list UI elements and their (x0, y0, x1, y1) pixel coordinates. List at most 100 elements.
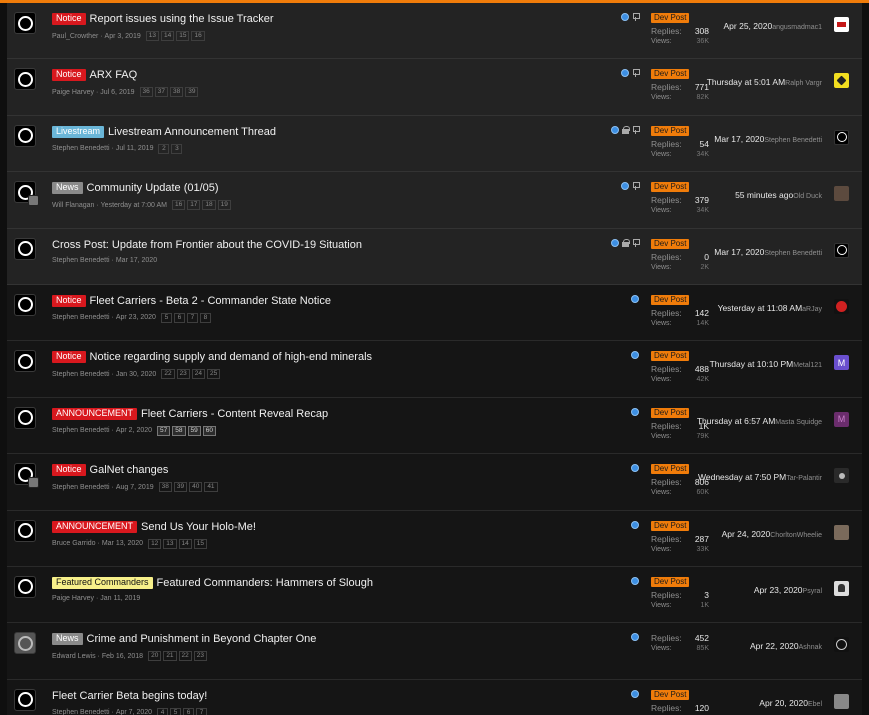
latest-post-date[interactable]: Apr 20, 2020 (759, 698, 808, 708)
page-link[interactable]: 18 (202, 200, 216, 211)
latest-user-avatar[interactable] (834, 186, 849, 202)
author-avatar[interactable] (14, 575, 36, 598)
latest-post-date[interactable]: Thursday at 5:01 AM (707, 77, 785, 87)
latest-post-user[interactable]: Tar-Palantir (786, 475, 822, 482)
thread-title-link[interactable]: Community Update (01/05) (87, 182, 219, 194)
thread-author-link[interactable]: Stephen Benedetti (52, 145, 110, 152)
latest-post-user[interactable]: Psyral (803, 588, 822, 595)
page-link[interactable]: 40 (189, 482, 203, 493)
dev-post-badge[interactable]: Dev Post (651, 294, 690, 305)
author-avatar[interactable] (14, 463, 39, 489)
page-link[interactable]: 7 (196, 707, 208, 715)
latest-user-avatar[interactable] (834, 524, 849, 540)
dev-post-badge[interactable]: Dev Post (651, 689, 690, 700)
thread-author-link[interactable]: Paul_Crowther (52, 33, 98, 40)
thread-author-link[interactable]: Bruce Garrido (52, 540, 96, 547)
latest-user-avatar[interactable] (834, 73, 849, 89)
latest-user-avatar[interactable] (834, 468, 849, 484)
page-link[interactable]: 23 (193, 651, 208, 662)
dev-post-badge[interactable]: Dev Post (651, 464, 690, 475)
latest-post-user[interactable]: Ralph Vargr (785, 80, 822, 87)
page-link[interactable]: 16 (171, 200, 186, 211)
latest-post-user[interactable]: angusmadmac1 (772, 24, 822, 31)
page-link[interactable]: 13 (163, 538, 177, 549)
author-avatar[interactable] (14, 406, 36, 429)
latest-post-user[interactable]: Ebel (808, 701, 822, 708)
latest-post-date[interactable]: Yesterday at 11:08 AM (718, 303, 803, 313)
dev-post-badge[interactable]: Dev Post (651, 125, 690, 136)
latest-post-user[interactable]: Old Duck (793, 193, 822, 200)
thread-title-link[interactable]: Crime and Punishment in Beyond Chapter O… (87, 633, 317, 645)
thread-prefix-label[interactable]: Notice (52, 464, 86, 477)
page-link[interactable]: 24 (191, 369, 206, 380)
dev-post-badge[interactable]: Dev Post (651, 182, 690, 193)
page-link[interactable]: 20 (148, 651, 162, 662)
dev-post-badge[interactable]: Dev Post (651, 69, 690, 80)
dev-post-badge[interactable]: Dev Post (651, 520, 690, 531)
thread-start-date[interactable]: Jan 30, 2020 (116, 371, 156, 378)
page-link[interactable]: 41 (204, 482, 218, 493)
thread-row[interactable]: Cross Post: Update from Frontier about t… (7, 228, 862, 285)
thread-prefix-label[interactable]: News (52, 633, 83, 646)
page-link[interactable]: 38 (158, 482, 172, 493)
thread-prefix-label[interactable]: Livestream (52, 125, 105, 138)
thread-row[interactable]: News Crime and Punishment in Beyond Chapt… (7, 623, 862, 680)
thread-start-date[interactable]: Mar 17, 2020 (116, 257, 157, 264)
thread-title-link[interactable]: Fleet Carriers - Content Reveal Recap (141, 408, 328, 420)
page-link[interactable]: 39 (173, 482, 188, 493)
page-link[interactable]: 14 (178, 538, 192, 549)
thread-title-link[interactable]: Fleet Carrier Beta begins today! (52, 690, 207, 702)
page-link[interactable]: 7 (186, 312, 198, 323)
page-link[interactable]: 38 (169, 87, 184, 98)
thread-title-link[interactable]: ARX FAQ (90, 69, 138, 81)
latest-post-date[interactable]: Mar 17, 2020 (714, 134, 764, 144)
thread-row[interactable]: Notice Report issues using the Issue Trac… (7, 3, 862, 60)
thread-start-date[interactable]: Jul 6, 2019 (100, 89, 134, 96)
thread-start-date[interactable]: Mar 13, 2020 (102, 540, 143, 547)
thread-start-date[interactable]: Aug 7, 2019 (116, 484, 154, 491)
latest-post-user[interactable]: Stephen Benedetti (764, 250, 822, 257)
page-link[interactable]: 36 (139, 87, 153, 98)
latest-post-date[interactable]: Apr 24, 2020 (722, 529, 771, 539)
thread-row[interactable]: Notice GalNet changes Stephen Benedetti · … (7, 454, 862, 511)
author-avatar[interactable] (14, 519, 36, 542)
latest-user-avatar[interactable] (834, 693, 849, 709)
thread-row[interactable]: Featured Commanders Featured Commanders: … (7, 566, 862, 624)
page-link[interactable]: 2 (158, 143, 170, 154)
page-link[interactable]: 15 (193, 538, 207, 549)
author-avatar[interactable] (14, 12, 36, 34)
page-link[interactable]: 6 (173, 312, 185, 323)
thread-title-link[interactable]: Cross Post: Update from Frontier about t… (52, 239, 362, 251)
thread-author-link[interactable]: Stephen Benedetti (52, 709, 110, 715)
latest-post-user[interactable]: aRJay (802, 306, 822, 313)
author-avatar[interactable] (14, 688, 36, 711)
author-avatar[interactable] (14, 632, 36, 655)
latest-post-date[interactable]: 55 minutes ago (735, 190, 793, 200)
thread-start-date[interactable]: Feb 16, 2018 (102, 653, 143, 660)
author-avatar[interactable] (14, 181, 39, 207)
thread-author-link[interactable]: Edward Lewis (52, 653, 96, 660)
thread-prefix-label[interactable]: ANNOUNCEMENT (52, 407, 138, 420)
latest-user-avatar[interactable] (834, 242, 849, 258)
page-link[interactable]: 22 (178, 651, 192, 662)
dev-post-badge[interactable]: Dev Post (651, 13, 690, 23)
page-link[interactable]: 8 (199, 312, 211, 323)
dev-post-badge[interactable]: Dev Post (651, 238, 690, 249)
author-avatar[interactable] (14, 350, 36, 373)
latest-user-avatar[interactable]: M (834, 411, 849, 427)
thread-author-link[interactable]: Stephen Benedetti (52, 484, 110, 491)
latest-post-date[interactable]: Apr 22, 2020 (750, 641, 799, 651)
latest-post-date[interactable]: Mar 17, 2020 (714, 247, 764, 257)
dev-post-badge[interactable]: Dev Post (651, 351, 690, 362)
page-link[interactable]: 17 (187, 200, 201, 211)
page-link[interactable]: 57 (157, 425, 171, 436)
thread-title-link[interactable]: Featured Commanders: Hammers of Slough (157, 577, 373, 589)
thread-prefix-label[interactable]: Featured Commanders (52, 576, 153, 589)
thread-prefix-label[interactable]: Notice (52, 13, 86, 25)
latest-user-avatar[interactable] (834, 17, 849, 32)
page-link[interactable]: 58 (172, 425, 186, 436)
latest-post-user[interactable]: Ashnak (799, 644, 822, 651)
page-link[interactable]: 23 (176, 369, 190, 380)
thread-author-link[interactable]: Stephen Benedetti (52, 427, 110, 434)
thread-author-link[interactable]: Stephen Benedetti (52, 314, 110, 321)
